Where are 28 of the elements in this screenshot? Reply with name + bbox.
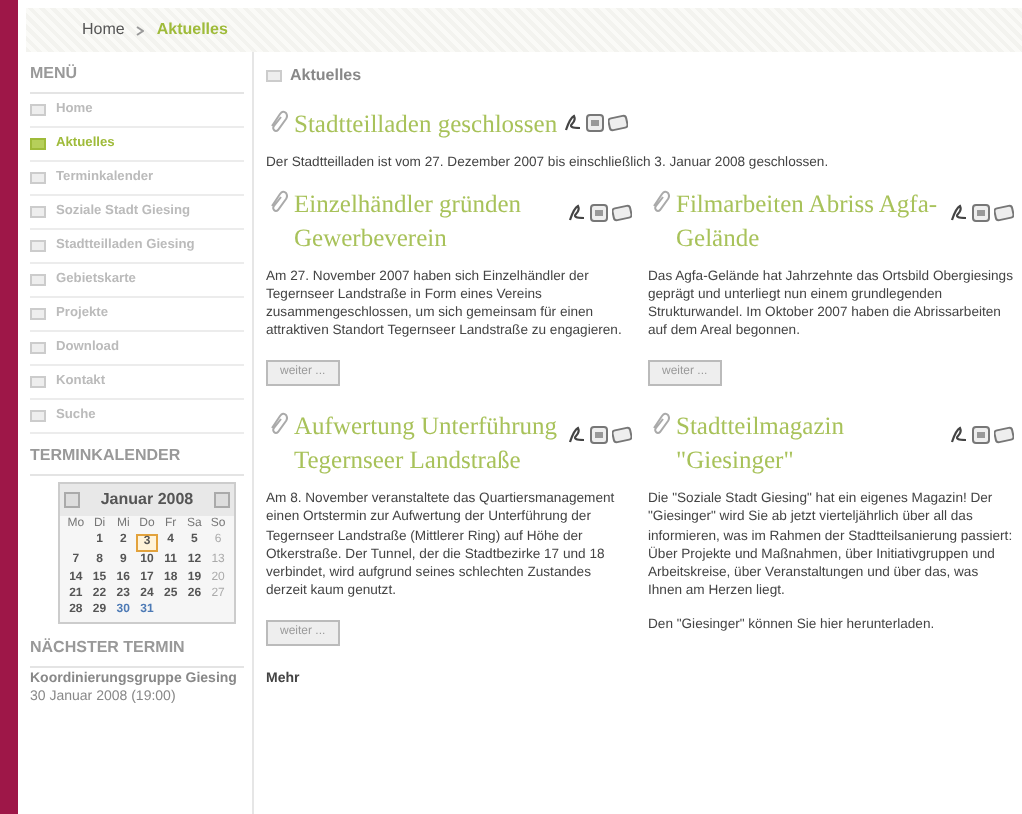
print-icon[interactable]	[972, 426, 990, 445]
print-icon[interactable]	[972, 204, 990, 223]
next-event-heading: NÄCHSTER TERMIN	[30, 630, 244, 669]
email-icon[interactable]	[612, 204, 632, 223]
email-icon[interactable]	[607, 114, 628, 132]
pdf-icon[interactable]	[950, 204, 968, 223]
email-icon[interactable]	[612, 426, 632, 445]
breadcrumb-link[interactable]: Home	[82, 18, 125, 42]
print-icon[interactable]	[590, 426, 608, 445]
chevron-icon[interactable]	[136, 25, 145, 35]
paperclip-icon	[648, 188, 670, 213]
pdf-icon[interactable]	[950, 426, 968, 445]
pdf-icon[interactable]	[568, 204, 586, 223]
menu-heading: MENÜ	[30, 56, 244, 94]
paperclip-icon	[266, 410, 288, 435]
paperclip-icon	[648, 410, 670, 435]
heading-icon	[266, 70, 282, 82]
paperclip-icon	[266, 188, 288, 213]
pdf-icon[interactable]	[563, 114, 582, 132]
print-icon[interactable]	[590, 204, 608, 223]
print-icon[interactable]	[585, 114, 604, 132]
email-icon[interactable]	[994, 426, 1014, 445]
calendar-heading: TERMINKALENDER	[30, 438, 244, 476]
section-heading: Aktuelles	[290, 64, 362, 88]
email-icon[interactable]	[994, 204, 1014, 223]
pdf-icon[interactable]	[568, 426, 586, 445]
calendar-month: Januar 2008	[100, 488, 194, 512]
paperclip-icon	[266, 108, 288, 132]
